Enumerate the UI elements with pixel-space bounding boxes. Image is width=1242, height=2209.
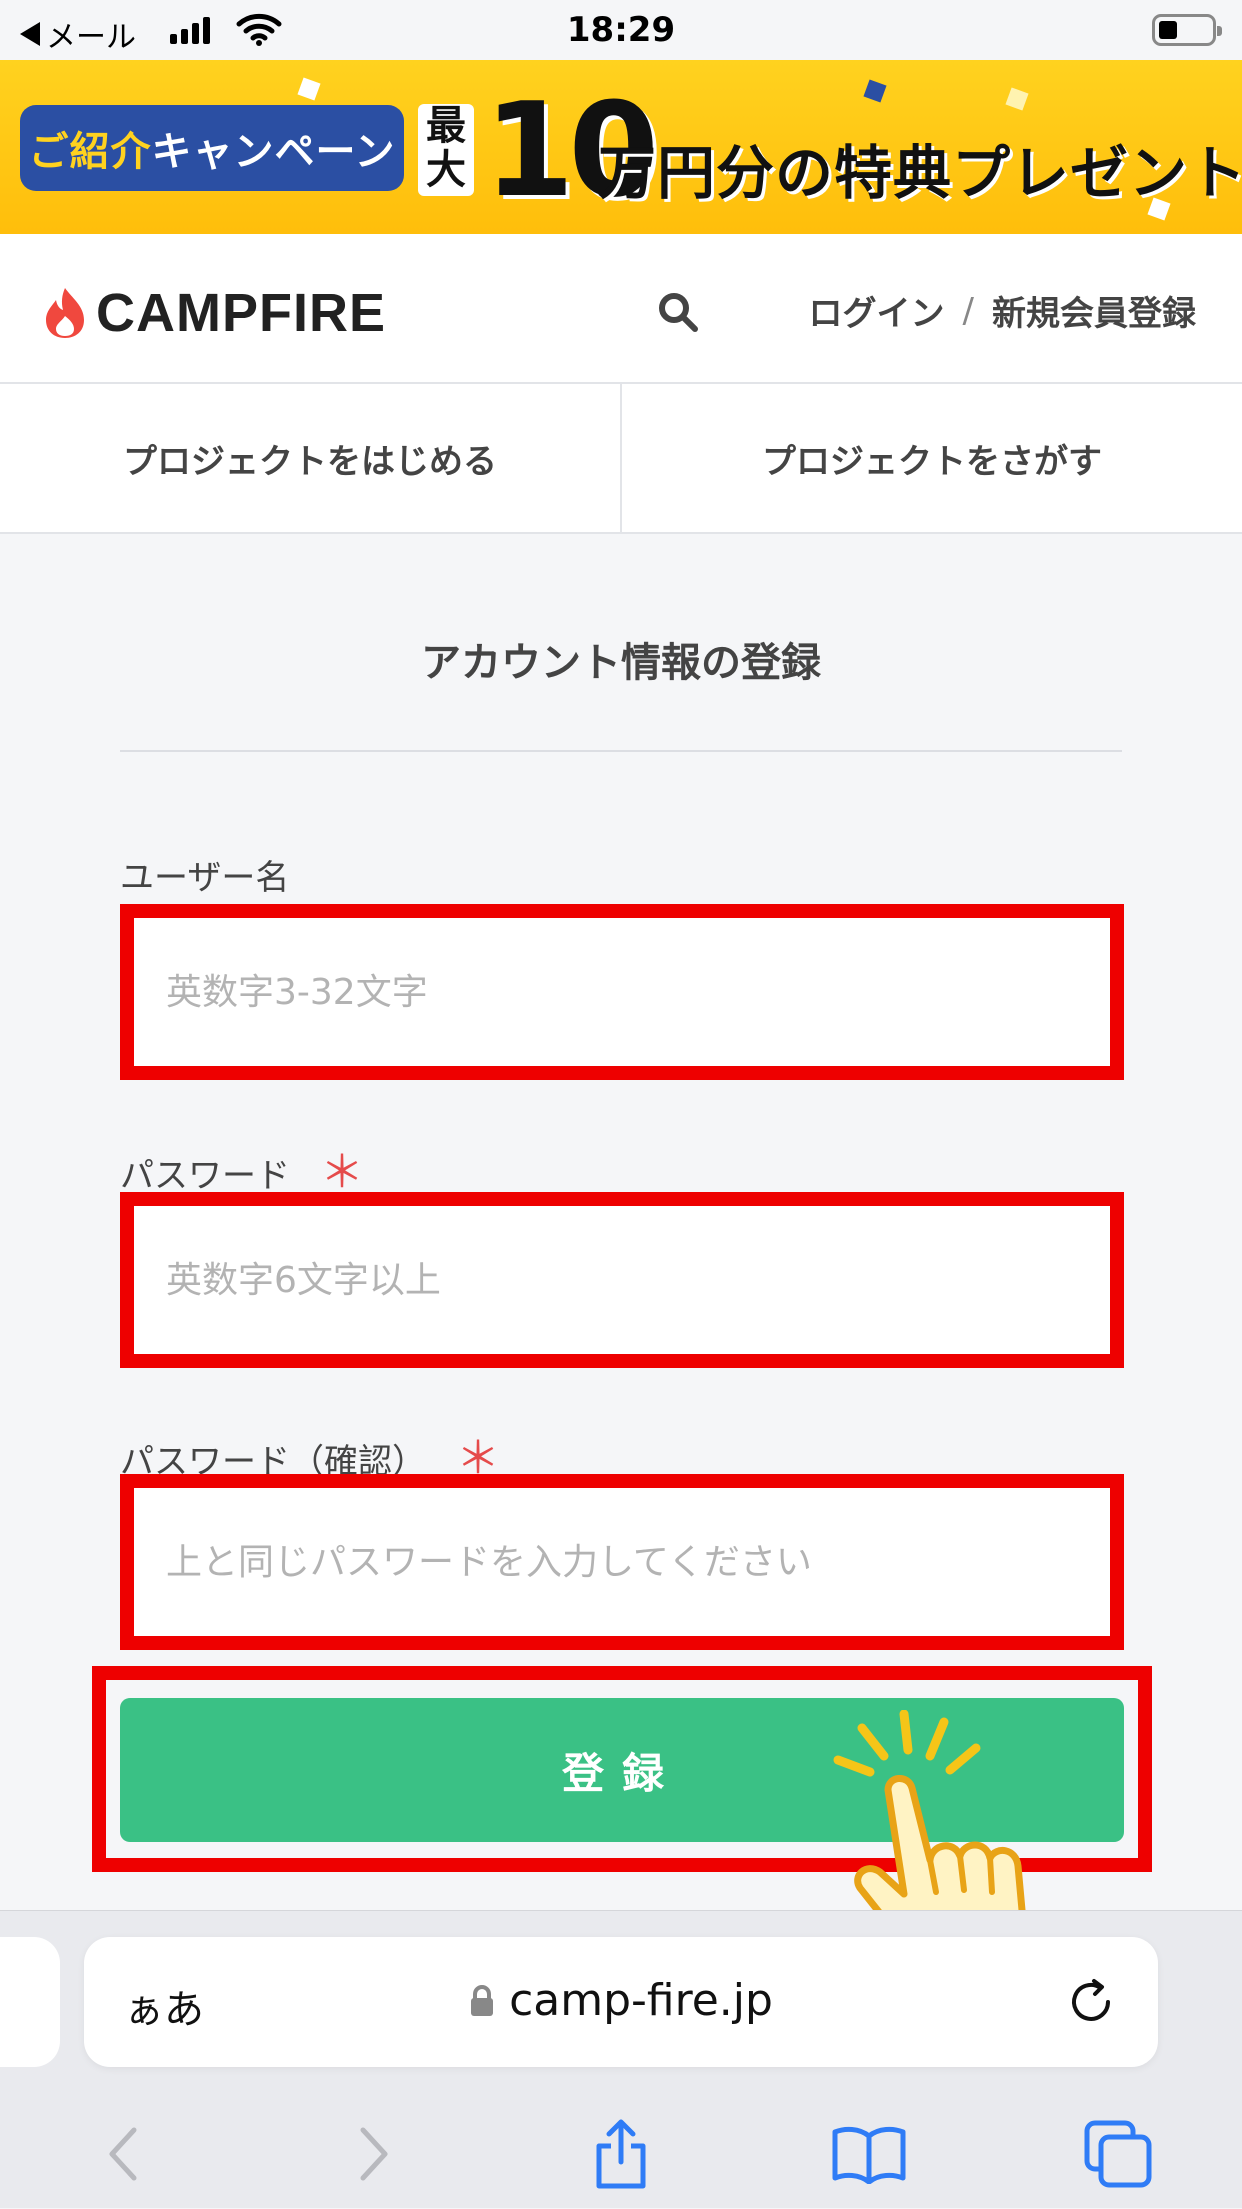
back-icon [109, 2127, 137, 2181]
campaign-prefix: ご紹介 [28, 129, 152, 175]
tab-start-project[interactable]: プロジェクトをはじめる [0, 384, 620, 532]
main-nav-tabs: プロジェクトをはじめる プロジェクトをさがす [0, 384, 1242, 534]
campaign-pill: ご紹介 キャンペーン [20, 105, 404, 191]
username-input[interactable] [134, 918, 1110, 1066]
auth-links: ログイン / 新規会員登録 [809, 286, 1196, 335]
tab-find-project[interactable]: プロジェクトをさがす [620, 384, 1242, 532]
forward-button[interactable] [248, 2099, 496, 2209]
page-title: アカウント情報の登録 [421, 640, 821, 686]
confetti [863, 79, 887, 103]
signup-link[interactable]: 新規会員登録 [992, 286, 1196, 335]
banner-max-label: 最大 [418, 104, 474, 196]
search-icon[interactable] [656, 290, 700, 334]
campaign-banner[interactable]: ご紹介 キャンペーン 最大 10 万円分の特典プレゼント [0, 60, 1242, 234]
share-button[interactable] [497, 2099, 745, 2209]
browser-toolbar [0, 2099, 1242, 2209]
login-link[interactable]: ログイン [809, 286, 945, 335]
reload-icon[interactable] [1064, 1975, 1118, 2029]
divider [120, 750, 1122, 752]
share-icon [596, 2119, 646, 2189]
campfire-logo[interactable]: CAMPFIRE [44, 282, 386, 344]
previous-tab-preview[interactable] [0, 1937, 60, 2067]
address-bar[interactable]: ぁあ camp-fire.jp [84, 1937, 1158, 2067]
battery-icon [1152, 14, 1222, 46]
tabs-icon [1084, 2120, 1152, 2188]
auth-separator: / [962, 290, 974, 331]
bookmarks-icon [832, 2126, 906, 2184]
password-label-text: パスワード [120, 1156, 290, 1196]
back-button[interactable] [0, 2099, 248, 2209]
password-label: パスワード ＊ [120, 1136, 364, 1200]
required-mark: ＊ [320, 1147, 364, 1198]
clock: 18:29 [566, 10, 676, 50]
password-field-highlight [120, 1192, 1124, 1368]
username-label-text: ユーザー名 [120, 858, 290, 898]
status-bar: メール 18:29 [0, 0, 1242, 60]
username-label: ユーザー名 [120, 850, 289, 899]
confetti [297, 77, 321, 101]
password-input[interactable] [134, 1206, 1110, 1354]
campaign-suffix: キャンペーン [151, 129, 396, 175]
site-header: CAMPFIRE ログイン / 新規会員登録 [0, 234, 1242, 384]
username-field-highlight [120, 904, 1124, 1080]
bookmarks-button[interactable] [745, 2099, 993, 2209]
password-confirm-field-highlight [120, 1474, 1124, 1650]
forward-icon [360, 2127, 388, 2181]
banner-tagline: 万円分の特典プレゼント [598, 139, 1242, 207]
url-display[interactable]: camp-fire.jp [84, 1975, 1158, 2026]
lock-icon [471, 1984, 494, 2016]
confetti [1005, 87, 1029, 111]
browser-chrome: ぁあ camp-fire.jp [0, 1910, 1242, 2208]
url-text: camp-fire.jp [509, 1975, 773, 2026]
tabs-button[interactable] [994, 2099, 1242, 2209]
logo-text: CAMPFIRE [96, 283, 386, 343]
password-confirm-input[interactable] [134, 1488, 1110, 1636]
flame-logo-icon [46, 288, 84, 338]
